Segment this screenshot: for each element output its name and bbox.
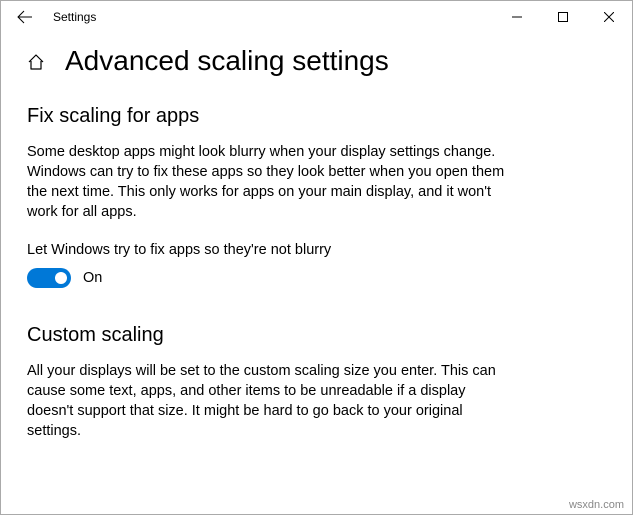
- fix-blurry-toggle-label: Let Windows try to fix apps so they're n…: [27, 242, 606, 258]
- arrow-left-icon: [17, 9, 33, 25]
- maximize-icon: [558, 12, 568, 22]
- content-area: Advanced scaling settings Fix scaling fo…: [1, 33, 632, 441]
- titlebar: Settings: [1, 1, 632, 33]
- window-controls: [494, 1, 632, 33]
- minimize-icon: [512, 12, 522, 22]
- fix-blurry-toggle-state: On: [83, 270, 102, 286]
- minimize-button[interactable]: [494, 1, 540, 33]
- fix-scaling-heading: Fix scaling for apps: [27, 105, 606, 128]
- home-icon: [27, 53, 45, 71]
- window-title: Settings: [53, 10, 96, 24]
- back-button[interactable]: [9, 1, 41, 33]
- fix-blurry-toggle-row: On: [27, 268, 606, 288]
- home-button[interactable]: [27, 53, 45, 74]
- custom-scaling-description: All your displays will be set to the cus…: [27, 361, 507, 441]
- page-title: Advanced scaling settings: [65, 45, 389, 77]
- fix-scaling-description: Some desktop apps might look blurry when…: [27, 142, 507, 222]
- custom-scaling-heading: Custom scaling: [27, 324, 606, 347]
- watermark: wsxdn.com: [569, 499, 624, 511]
- close-icon: [604, 12, 614, 22]
- maximize-button[interactable]: [540, 1, 586, 33]
- fix-blurry-toggle[interactable]: [27, 268, 71, 288]
- page-header: Advanced scaling settings: [27, 45, 606, 77]
- close-button[interactable]: [586, 1, 632, 33]
